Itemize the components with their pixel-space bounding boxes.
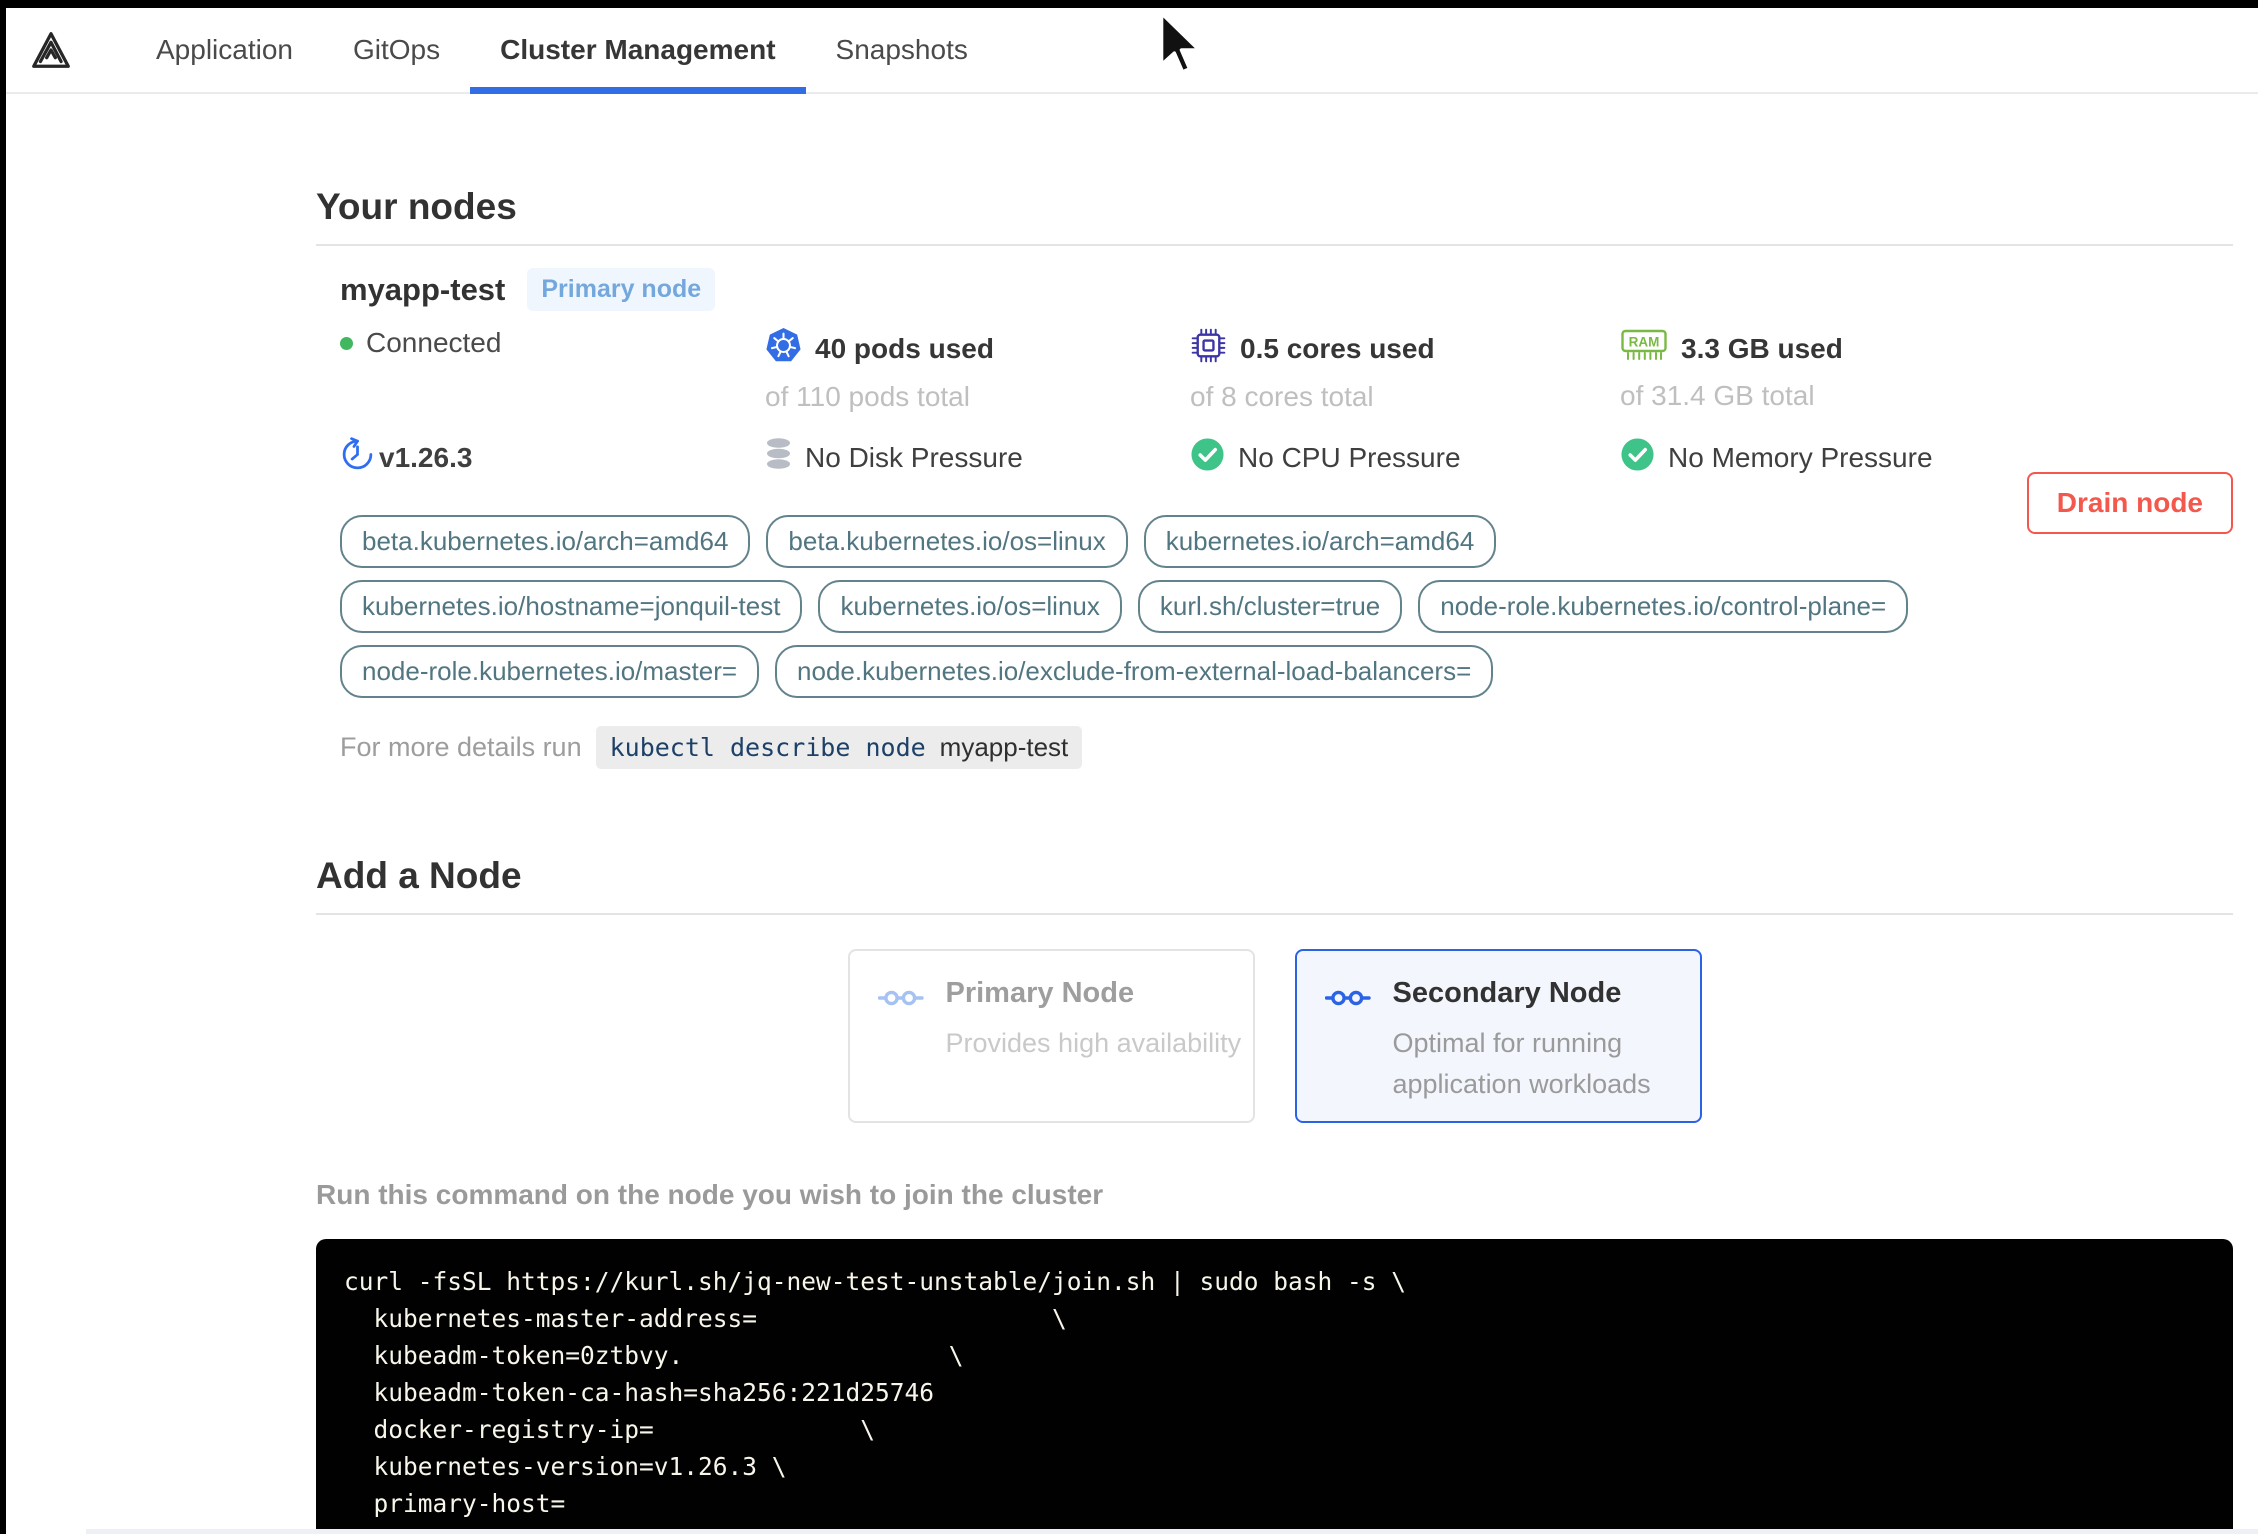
- node-label-pill: kurl.sh/cluster=true: [1137, 580, 1403, 633]
- join-command-terminal: curl -fsSL https://kurl.sh/jq-new-test-u…: [316, 1239, 2233, 1534]
- secondary-node-card[interactable]: Secondary Node Optimal for running appli…: [1294, 949, 1702, 1123]
- node-version-label: v1.26.3: [379, 442, 473, 473]
- memory-pressure-label: No Memory Pressure: [1668, 442, 1933, 473]
- kubectl-command: kubectl describe node: [609, 733, 926, 762]
- node-header: myapp-test Primary node: [340, 268, 2233, 311]
- pods-stat: 40 pods used of 110 pods total: [765, 327, 1190, 413]
- disk-pressure-status: No Disk Pressure: [765, 437, 1190, 478]
- node-labels: beta.kubernetes.io/arch=amd64 beta.kuber…: [340, 515, 1960, 698]
- cpu-pressure-label: No CPU Pressure: [1238, 442, 1461, 473]
- kubectl-node-name: myapp-test: [939, 732, 1069, 762]
- primary-node-card-desc: Provides high availability: [945, 1028, 1242, 1058]
- secondary-node-card-text: Secondary Node Optimal for running appli…: [1393, 977, 1693, 1121]
- tab-application[interactable]: Application: [126, 8, 323, 92]
- node-name: myapp-test: [340, 271, 506, 307]
- memory-stat: RAM 3.3 GB used of 31.4 GB total: [1620, 327, 2233, 412]
- kubernetes-icon: [765, 327, 802, 371]
- cores-total-label: of 8 cores total: [1190, 381, 1374, 412]
- main-content: Your nodes myapp-test Primary node Conne…: [316, 186, 2233, 1534]
- node-stats-row: Connected 40 pods used of 110 pods total…: [340, 327, 2233, 413]
- memory-used-label: 3.3 GB used: [1681, 332, 1843, 364]
- check-icon: [1190, 437, 1225, 479]
- cores-stat: 0.5 cores used of 8 cores total: [1190, 327, 1620, 413]
- kubectl-describe-chip: kubectl describe node myapp-test: [595, 726, 1083, 769]
- node-version: v1.26.3: [340, 437, 765, 479]
- node-label-pill: node.kubernetes.io/exclude-from-external…: [775, 645, 1494, 698]
- cpu-pressure-status: No CPU Pressure: [1190, 437, 1620, 479]
- node-label-pill: node-role.kubernetes.io/master=: [340, 645, 760, 698]
- tab-cluster-management[interactable]: Cluster Management: [470, 8, 806, 94]
- details-prefix: For more details run: [340, 732, 582, 762]
- node-details-hint: For more details run kubectl describe no…: [340, 726, 2233, 769]
- ram-icon: RAM: [1620, 327, 1668, 370]
- disk-pressure-label: No Disk Pressure: [805, 441, 1023, 473]
- primary-node-badge: Primary node: [527, 268, 716, 311]
- nav-tabs: Application GitOps Cluster Management Sn…: [126, 8, 998, 94]
- join-command-text: curl -fsSL https://kurl.sh/jq-new-test-u…: [344, 1267, 1407, 1518]
- primary-node-card-title: Primary Node: [945, 977, 1135, 1009]
- pods-total-label: of 110 pods total: [765, 381, 970, 412]
- node-card: myapp-test Primary node Connected 40 pod…: [340, 268, 2233, 769]
- disk-icon: [765, 437, 792, 478]
- bottom-edge-divider: [86, 1529, 2258, 1534]
- pods-used-label: 40 pods used: [815, 333, 994, 364]
- node-label-pill: beta.kubernetes.io/os=linux: [766, 515, 1128, 568]
- node-status: Connected: [340, 327, 765, 359]
- kurl-logo-icon[interactable]: [28, 8, 74, 92]
- node-link-icon: [877, 987, 924, 1121]
- cores-used-label: 0.5 cores used: [1240, 333, 1435, 364]
- svg-text:RAM: RAM: [1629, 335, 1660, 350]
- version-icon: [340, 437, 375, 479]
- node-link-icon: [1324, 987, 1371, 1121]
- join-instruction: Run this command on the node you wish to…: [316, 1179, 1104, 1210]
- section-divider: [316, 244, 2233, 246]
- add-node-title: Add a Node: [316, 855, 522, 896]
- tab-snapshots[interactable]: Snapshots: [806, 8, 998, 92]
- check-icon: [1620, 437, 1655, 479]
- primary-node-card[interactable]: Primary Node Provides high availability: [847, 949, 1255, 1123]
- memory-total-label: of 31.4 GB total: [1620, 380, 1815, 411]
- node-status-label: Connected: [366, 327, 502, 358]
- secondary-node-card-title: Secondary Node: [1392, 977, 1622, 1009]
- cpu-icon: [1190, 327, 1227, 371]
- top-nav: Application GitOps Cluster Management Sn…: [6, 8, 2258, 94]
- primary-node-card-text: Primary Node Provides high availability: [946, 977, 1242, 1121]
- your-nodes-title: Your nodes: [316, 186, 517, 227]
- node-label-pill: kubernetes.io/os=linux: [818, 580, 1122, 633]
- node-label-pill: kubernetes.io/arch=amd64: [1143, 515, 1497, 568]
- node-label-pill: node-role.kubernetes.io/control-plane=: [1418, 580, 1909, 633]
- connected-dot-icon: [340, 336, 353, 350]
- admin-console-page: Application GitOps Cluster Management Sn…: [6, 8, 2258, 1534]
- section-divider: [316, 913, 2233, 915]
- node-label-pill: kubernetes.io/hostname=jonquil-test: [340, 580, 803, 633]
- drain-node-button[interactable]: Drain node: [2026, 472, 2233, 534]
- secondary-node-card-desc: Optimal for running application workload…: [1392, 1028, 1651, 1099]
- tab-gitops[interactable]: GitOps: [323, 8, 470, 92]
- node-label-pill: beta.kubernetes.io/arch=amd64: [340, 515, 751, 568]
- node-conditions-row: v1.26.3 No Disk Pressure No CPU Pressure…: [340, 437, 2233, 479]
- node-type-options: Primary Node Provides high availability …: [316, 949, 2233, 1123]
